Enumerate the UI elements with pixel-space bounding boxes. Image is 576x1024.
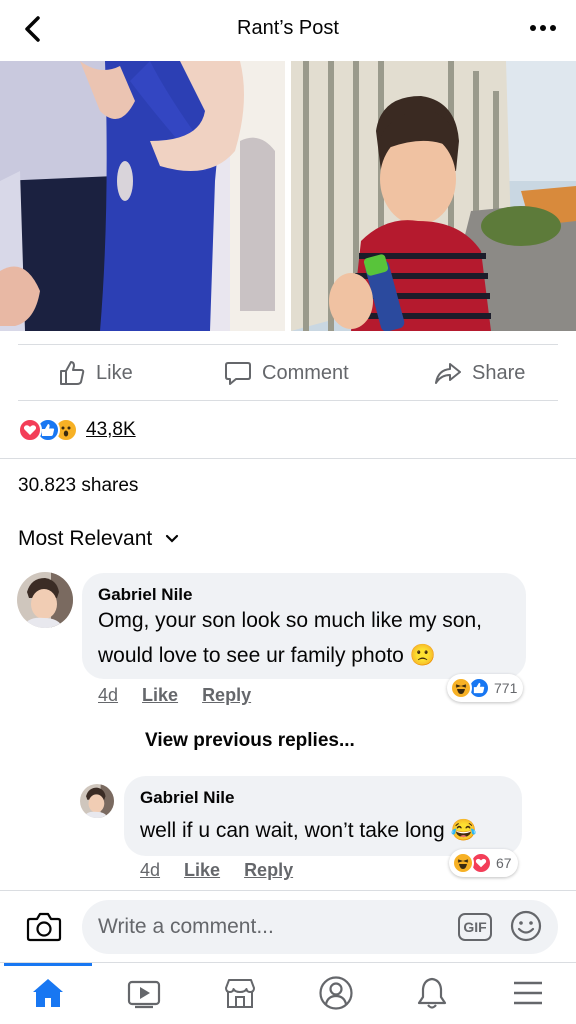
comment-meta: 4d Like Reply — [140, 860, 293, 881]
divider — [0, 458, 576, 459]
tab-notifications[interactable] — [412, 973, 452, 1013]
comment-bubble[interactable]: Gabriel Nile Omg, your son look so much … — [82, 573, 526, 679]
comment-author[interactable]: Gabriel Nile — [140, 788, 234, 808]
home-icon — [33, 979, 63, 1007]
camera-icon — [26, 912, 62, 942]
like-button[interactable]: Like — [58, 346, 133, 400]
bell-icon — [417, 977, 447, 1009]
view-previous-replies[interactable]: View previous replies... — [145, 730, 355, 752]
comment-reactions[interactable]: 67 — [449, 849, 518, 877]
post-photo-couple[interactable] — [0, 61, 285, 331]
comment-text: well if u can wait, won’t take long 😂 — [140, 819, 477, 842]
share-label: Share — [472, 361, 526, 384]
tab-menu[interactable] — [508, 973, 548, 1013]
tab-watch[interactable] — [124, 973, 164, 1013]
reactions-summary[interactable]: 43,8K — [18, 415, 136, 445]
more-options-button[interactable] — [528, 18, 558, 38]
comment-like-button[interactable]: Like — [184, 860, 220, 881]
more-dots-icon — [530, 25, 556, 31]
comment-composer: GIF — [0, 890, 576, 962]
reaction-count: 43,8K — [86, 419, 136, 440]
comment-reactions[interactable]: 771 — [447, 674, 524, 702]
avatar[interactable] — [80, 784, 114, 818]
shares-count[interactable]: 30.823 shares — [18, 475, 138, 497]
comment-bubble[interactable]: Gabriel Nile well if u can wait, won’t t… — [124, 776, 522, 856]
comment-reaction-count: 771 — [494, 680, 518, 696]
comment-text-line: Omg, your son look so much like my son, — [98, 609, 482, 632]
post-actions: Like Comment Share — [0, 346, 576, 400]
bottom-tab-bar — [0, 962, 576, 1024]
comment-text: Omg, your son look so much like my son, … — [98, 603, 482, 673]
share-arrow-icon — [435, 363, 461, 384]
emoji-button[interactable] — [510, 910, 542, 942]
watch-icon — [127, 980, 161, 1009]
gif-button[interactable]: GIF — [458, 913, 492, 941]
tab-marketplace[interactable] — [220, 973, 260, 1013]
camera-button[interactable] — [26, 909, 62, 945]
comment-reply-button[interactable]: Reply — [244, 860, 293, 881]
chevron-down-icon — [166, 534, 179, 543]
thumbs-up-icon — [60, 361, 85, 385]
divider — [18, 344, 558, 345]
comment-meta: 4d Like Reply — [98, 685, 251, 706]
active-tab-indicator — [4, 963, 92, 966]
comment-like-button[interactable]: Like — [142, 685, 178, 706]
comment-author[interactable]: Gabriel Nile — [98, 585, 192, 605]
haha-reaction-icon — [450, 677, 472, 699]
divider — [18, 400, 558, 401]
tab-home[interactable] — [28, 973, 68, 1013]
comment-reply-button[interactable]: Reply — [202, 685, 251, 706]
post-photos — [0, 61, 576, 331]
comment-timestamp[interactable]: 4d — [98, 685, 118, 706]
like-label: Like — [96, 361, 133, 384]
tab-profile[interactable] — [316, 973, 356, 1013]
hamburger-menu-icon — [514, 981, 542, 1005]
comment-icon — [225, 362, 251, 385]
comment-timestamp[interactable]: 4d — [140, 860, 160, 881]
comment-sort-dropdown[interactable]: Most Relevant — [18, 527, 180, 551]
profile-icon — [319, 976, 353, 1010]
love-reaction-icon — [18, 418, 42, 442]
marketplace-icon — [225, 979, 255, 1008]
post-photo-boy[interactable] — [291, 61, 576, 331]
share-button[interactable]: Share — [434, 346, 525, 400]
smiley-icon — [510, 910, 542, 942]
comment-text-line: would love to see ur family photo 🙁 — [98, 644, 436, 667]
comment-reaction-count: 67 — [496, 855, 512, 871]
sort-label: Most Relevant — [18, 527, 153, 550]
comment-label: Comment — [262, 361, 349, 384]
page-title: Rant’s Post — [237, 17, 339, 39]
top-bar: Rant’s Post — [0, 0, 576, 58]
comment-button[interactable]: Comment — [224, 346, 349, 400]
avatar[interactable] — [17, 572, 73, 628]
haha-reaction-icon — [452, 852, 474, 874]
